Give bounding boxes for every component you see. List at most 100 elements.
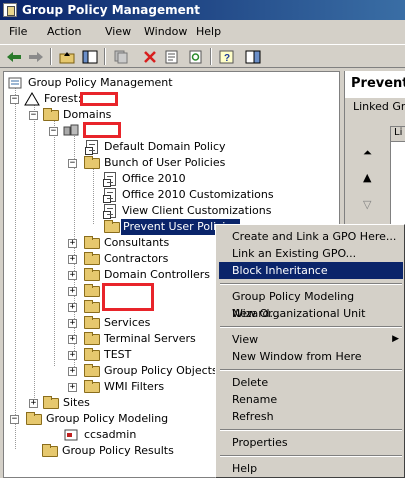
tree-item-office-2010[interactable]: Office 2010: [103, 171, 324, 187]
expand-icon[interactable]: +: [29, 399, 38, 408]
tree-label: Group Policy Results: [62, 444, 174, 457]
collapse-icon[interactable]: −: [68, 159, 77, 168]
tree-item-terminal-servers[interactable]: + Terminal Servers: [68, 331, 218, 347]
tree-item-domain-controllers[interactable]: + Domain Controllers: [68, 267, 218, 283]
menu-item-properties[interactable]: Properties: [219, 434, 403, 451]
menu-separator: [220, 369, 402, 371]
properties-icon[interactable]: [162, 47, 182, 66]
ou-folder-icon: [84, 284, 100, 297]
menu-item-delete[interactable]: Delete: [219, 374, 403, 391]
tree-label: Office 2010 Customizations: [122, 188, 274, 201]
delete-icon[interactable]: [140, 47, 160, 66]
menu-separator: [220, 283, 402, 285]
tree-label: Contractors: [104, 252, 169, 265]
menu-file[interactable]: File: [9, 25, 27, 38]
tree-item-prevent-user-policies[interactable]: Prevent User Policies: [104, 218, 241, 236]
toolbar-separator: [50, 48, 52, 65]
tree-item-sites[interactable]: + Sites: [29, 395, 219, 411]
ou-folder-icon: [84, 236, 100, 249]
menu-item-view[interactable]: View ▶: [219, 331, 403, 348]
tree-item-services[interactable]: + Services: [68, 315, 218, 331]
redaction-box: [83, 122, 121, 138]
menu-item-help[interactable]: Help: [219, 460, 403, 477]
menu-separator: [220, 455, 402, 457]
collapse-icon[interactable]: −: [49, 127, 58, 136]
show-pane-icon[interactable]: [243, 47, 263, 66]
expand-icon[interactable]: +: [68, 255, 77, 264]
move-up-icon[interactable]: ▲: [363, 171, 371, 184]
menu-item-new-ou[interactable]: New Organizational Unit: [219, 305, 403, 322]
tree-item-domains[interactable]: − Domains: [29, 107, 329, 123]
expand-icon[interactable]: +: [68, 367, 77, 376]
menu-separator: [220, 326, 402, 328]
menu-action[interactable]: Action: [47, 25, 81, 38]
refresh-icon[interactable]: [186, 47, 206, 66]
menu-item-refresh[interactable]: Refresh: [219, 408, 403, 425]
ou-folder-icon: [104, 220, 120, 233]
expand-icon[interactable]: +: [68, 319, 77, 328]
tree-item-bunch-of-user-policies[interactable]: − Bunch of User Policies: [68, 155, 328, 171]
tree-label: WMI Filters: [104, 380, 165, 393]
menu-item-new-window[interactable]: New Window from Here: [219, 348, 403, 365]
tree-item-view-client-customizations[interactable]: View Client Customizations: [103, 203, 324, 219]
tree-item-group-policy-objects[interactable]: + Group Policy Objects: [68, 363, 218, 379]
tree-label: Domain Controllers: [104, 268, 211, 281]
expand-icon[interactable]: +: [68, 287, 77, 296]
up-folder-icon[interactable]: [57, 47, 77, 66]
tree-label: Bunch of User Policies: [104, 156, 226, 169]
copy-icon[interactable]: [111, 47, 131, 66]
tree-item-default-domain-policy[interactable]: Default Domain Policy: [85, 139, 326, 155]
show-hide-tree-icon[interactable]: [80, 47, 100, 66]
menu-item-modeling-wizard[interactable]: Group Policy Modeling Wizard...: [219, 288, 403, 320]
ou-folder-icon: [84, 300, 100, 313]
tree-item-group-policy-modeling[interactable]: − Group Policy Modeling: [10, 411, 220, 427]
collapse-icon[interactable]: −: [10, 95, 19, 104]
menu-item-link-existing[interactable]: Link an Existing GPO...: [219, 245, 403, 262]
tree-line: [54, 116, 55, 366]
tree-item-group-policy-results[interactable]: Group Policy Results: [26, 443, 226, 459]
tree-item-office-2010-customizations[interactable]: Office 2010 Customizations: [103, 187, 324, 203]
collapse-icon[interactable]: −: [10, 415, 19, 424]
tree-item-consultants[interactable]: + Consultants: [68, 235, 218, 251]
gpo-link-icon: [103, 204, 116, 219]
forward-arrow-icon[interactable]: [26, 47, 46, 66]
tree-label: Sites: [63, 396, 90, 409]
menu-item-block-inheritance[interactable]: Block Inheritance: [219, 262, 403, 279]
tree-label: Services: [104, 316, 151, 329]
redaction-box: [102, 283, 154, 311]
linked-gpos-tab[interactable]: Linked Gr: [353, 100, 405, 113]
forest-triangle-icon: [24, 92, 40, 106]
expand-icon[interactable]: +: [68, 335, 77, 344]
tree-item-wmi-filters[interactable]: + WMI Filters: [68, 379, 218, 395]
tree-root[interactable]: Group Policy Management: [8, 75, 328, 91]
tree-item-forest[interactable]: − Forest:: [10, 91, 330, 107]
window-title: Group Policy Management: [22, 3, 201, 17]
menu-help[interactable]: Help: [196, 25, 221, 38]
move-down-icon[interactable]: ▽: [363, 198, 371, 211]
back-arrow-icon[interactable]: [4, 47, 24, 66]
context-menu: Create and Link a GPO Here... Link an Ex…: [215, 224, 405, 478]
gpo-container-icon: [84, 364, 100, 377]
tree-item-test[interactable]: + TEST: [68, 347, 218, 363]
tree-item-ccsadmin[interactable]: ccsadmin: [64, 427, 214, 443]
expand-icon[interactable]: +: [68, 239, 77, 248]
menu-item-rename[interactable]: Rename: [219, 391, 403, 408]
menu-view[interactable]: View: [105, 25, 131, 38]
gpmc-app-icon: [3, 3, 17, 17]
tree-label: Terminal Servers: [104, 332, 196, 345]
menu-window[interactable]: Window: [144, 25, 187, 38]
expand-icon[interactable]: +: [68, 351, 77, 360]
menu-item-create-link[interactable]: Create and Link a GPO Here...: [219, 228, 403, 245]
list-column-header[interactable]: Li: [391, 127, 405, 142]
help-icon[interactable]: ?: [217, 47, 237, 66]
expand-icon[interactable]: +: [68, 383, 77, 392]
tree-label: Office 2010: [122, 172, 186, 185]
expand-icon[interactable]: +: [68, 303, 77, 312]
ou-folder-icon: [84, 348, 100, 361]
svg-text:?: ?: [224, 53, 230, 64]
tree-item-contractors[interactable]: + Contractors: [68, 251, 218, 267]
expand-icon[interactable]: +: [68, 271, 77, 280]
toolbar-separator: [104, 48, 106, 65]
collapse-icon[interactable]: −: [29, 111, 38, 120]
move-to-top-icon[interactable]: ⏶: [363, 146, 372, 160]
